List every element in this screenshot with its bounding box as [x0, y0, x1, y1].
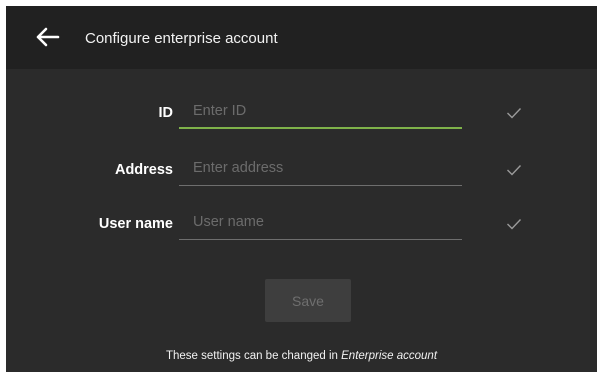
user-name-row: User name — [6, 205, 597, 245]
id-field[interactable] — [179, 94, 462, 129]
checkmark-icon[interactable] — [506, 217, 522, 230]
footer-note: These settings can be changed in Enterpr… — [6, 350, 597, 362]
app-bar: Configure enterprise account — [6, 6, 597, 69]
checkmark-icon[interactable] — [506, 106, 522, 119]
id-row: ID — [6, 94, 597, 134]
user-name-label: User name — [98, 216, 173, 232]
page-title: Configure enterprise account — [85, 30, 278, 47]
checkmark-icon[interactable] — [506, 163, 522, 176]
id-label: ID — [158, 105, 174, 121]
back-arrow-icon[interactable] — [34, 27, 60, 47]
enterprise-account-link[interactable]: Enterprise account — [341, 350, 437, 362]
address-field[interactable] — [179, 151, 462, 186]
address-label: Address — [114, 162, 173, 178]
screen: Configure enterprise account ID Address … — [6, 6, 597, 372]
footer-text: These settings can be changed in — [165, 350, 342, 362]
user-name-field[interactable] — [179, 205, 462, 240]
address-row: Address — [6, 151, 597, 191]
save-button[interactable]: Save — [265, 279, 351, 322]
